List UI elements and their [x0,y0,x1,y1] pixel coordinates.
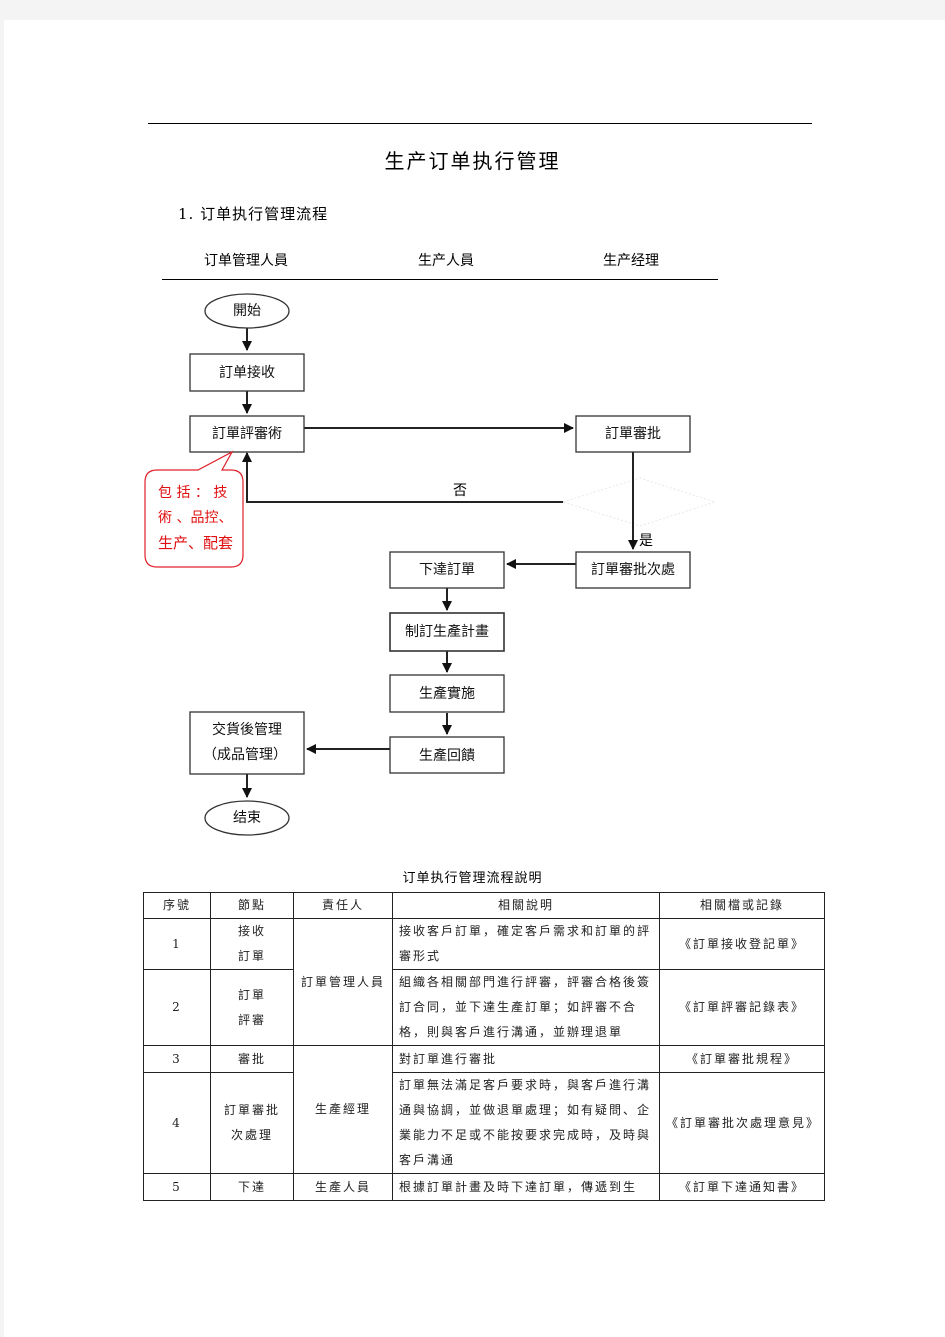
cell-node-line: 次處理 [230,1128,273,1142]
cell-no: 3 [143,1045,211,1073]
cell-node-line: 訂單 [237,987,266,1002]
table-row: 4 訂單審批次處理 訂單無法滿足客戶要求時，與客戶進行溝通與協調，並做退單處理；… [143,1072,825,1174]
cell-node: 審批 [210,1045,294,1073]
node-receive-label: 訂单接收 [219,364,275,381]
callout-line-2: 術 、品控、 [158,510,232,526]
callout-line-3: 生产、配套 [158,534,233,552]
cell-desc: 接收客戶訂單，確定客戶需求和訂單的評審形式 [392,918,660,970]
node-start: 開始 [204,293,290,329]
node-approve-handle-label: 訂單審批次處 [591,562,675,578]
cell-record: 《訂單下達通知書》 [659,1173,825,1201]
node-feedback: 生產回饋 [389,736,505,774]
callout-bubble: 包 括 ： 技 術 、品控、 生产、配套 [144,450,244,568]
cell-no: 1 [143,918,211,970]
node-approve-label: 訂單審批 [605,426,661,442]
table-row: 1 接收訂單 訂單管理人員 接收客戶訂單，確定客戶需求和訂單的評審形式 《訂單接… [143,918,825,1046]
node-execute: 生產實施 [389,674,505,713]
label-yes: 是 [639,533,653,549]
cell-desc: 對訂單進行審批 [392,1045,660,1073]
cell-node-line: 訂單審批 [223,1103,280,1117]
table-header-row: 序號 節點 責任人 相關說明 相關檔或記錄 [143,892,825,919]
table-caption: 订单执行管理流程說明 [402,871,543,886]
cell-desc: 訂單無法滿足客戶要求時，與客戶進行溝通與協調，並做退單處理；如有疑問、企業能力不… [392,1072,660,1174]
cell-no: 4 [143,1072,211,1174]
node-start-label: 開始 [233,303,261,319]
cell-owner: 訂單管理人員 [293,918,393,1046]
node-issue-label: 下達訂單 [419,562,475,578]
header-record: 相關檔或記錄 [659,892,825,919]
cell-record: 《訂單審批規程》 [659,1045,825,1073]
cell-owner: 生產人員 [293,1173,393,1201]
cell-node-line: 訂單 [237,949,266,963]
cell-no: 2 [143,969,211,1046]
node-delivery-label-1: 交貨後管理 [212,721,282,738]
node-review: 訂單評審術 [189,415,305,453]
node-end-label: 结束 [233,810,261,826]
node-plan: 制訂生產計畫 [389,612,505,652]
table-row: 3 審批 生產經理 對訂單進行審批 《訂單審批規程》 [143,1045,825,1174]
cell-node: 訂單審批 次處理 [210,1072,294,1174]
node-approve-handle: 訂單審批次處 [575,551,691,589]
node-delivery-label-2: （成品管理） [203,747,287,763]
cell-node-line: 評審 [237,1012,266,1027]
node-delivery: 交貨後管理 （成品管理） [189,711,305,775]
node-plan-label: 制訂生產計畫 [405,623,489,640]
node-execute-label: 生產實施 [419,685,475,702]
node-feedback-label: 生產回饋 [419,747,475,764]
label-no: 否 [453,483,467,499]
decision-diamond-faint [561,477,717,527]
node-end: 结束 [204,800,290,836]
node-review-label: 訂單評審術 [212,426,282,442]
arrow-no-back-to-review [242,452,563,503]
header-desc: 相關說明 [392,892,660,919]
cell-node-line: 接收 [237,924,266,938]
cell-desc: 組織各相關部門進行評審，評審合格後簽訂合同，並下達生產訂單；如評審不合格，則與客… [392,969,660,1046]
cell-desc: 根據訂單計畫及時下達訂單，傳遞到生 [392,1173,660,1201]
cell-node: 接收 訂單 [210,918,294,970]
cell-node: 下達 [210,1173,294,1201]
cell-no: 5 [143,1173,211,1201]
node-receive: 訂单接收 [189,353,305,392]
table-row: 2 訂單評審 組織各相關部門進行評審，評審合格後簽訂合同，並下達生產訂單；如評審… [143,969,825,1046]
cell-record: 《訂單審批次處理意見》 [659,1072,825,1174]
table-row: 5 下達 生產人員 根據訂單計畫及時下達訂單，傳遞到生 《訂單下達通知書》 [143,1173,825,1201]
cell-record: 《訂單接收登記單》 [659,918,825,970]
process-description-table: 序號 節點 責任人 相關說明 相關檔或記錄 1 接收訂單 訂單管理人員 接收客戶… [143,892,825,1201]
cell-owner: 生產經理 [293,1045,393,1174]
header-no: 序號 [143,892,211,919]
node-issue: 下達訂單 [389,551,505,589]
node-approve: 訂單審批 [575,415,691,453]
callout-line-1: 包 括 ： 技 [158,485,227,501]
header-owner: 責任人 [293,892,393,919]
header-node: 節點 [210,892,294,919]
cell-node: 訂單 評審 [210,969,294,1046]
cell-record: 《訂單評審記錄表》 [659,969,825,1046]
